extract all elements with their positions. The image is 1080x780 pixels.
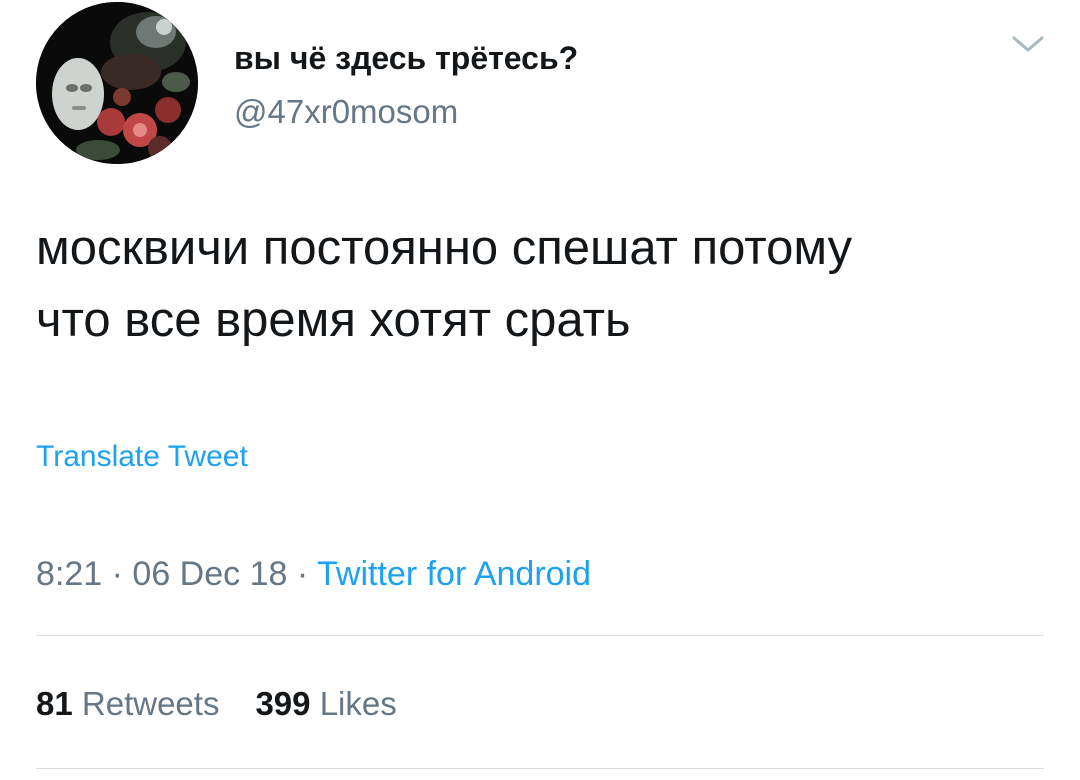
tweet-meta: 8:21 · 06 Dec 18 · Twitter for Android: [36, 555, 591, 594]
display-name[interactable]: вы чё здесь трётесь?: [234, 40, 578, 77]
tweet-time: 8:21: [36, 555, 103, 593]
retweets-label: Retweets: [81, 685, 220, 722]
meta-separator: ·: [102, 555, 133, 593]
divider: [36, 768, 1044, 769]
likes-count: 399: [255, 685, 311, 722]
tweet-menu-button[interactable]: [1010, 30, 1046, 58]
likes-label: Likes: [319, 685, 397, 722]
meta-separator: ·: [287, 555, 318, 593]
tweet-detail: вы чё здесь трётесь? @47xr0mosom москвич…: [0, 0, 1080, 780]
retweets-count: 81: [36, 685, 73, 722]
user-handle[interactable]: @47xr0mosom: [234, 93, 458, 131]
tweet-text: москвичи постоянно спешат потому что все …: [36, 212, 1046, 356]
avatar[interactable]: [36, 2, 198, 164]
tweet-text-line-2: что все время хотят срать: [36, 293, 631, 347]
likes-stat[interactable]: 399 Likes: [255, 685, 396, 722]
retweets-stat[interactable]: 81 Retweets: [36, 685, 219, 722]
tweet-date: 06 Dec 18: [132, 555, 288, 593]
divider: [36, 635, 1044, 636]
avatar-image: [36, 2, 198, 164]
tweet-stats: 81 Retweets 399 Likes: [36, 685, 397, 723]
translate-tweet-link[interactable]: Translate Tweet: [36, 440, 248, 474]
chevron-down-icon: [1012, 36, 1044, 52]
tweet-text-line-1: москвичи постоянно спешат потому: [36, 221, 853, 275]
tweet-source-link[interactable]: Twitter for Android: [317, 555, 591, 593]
